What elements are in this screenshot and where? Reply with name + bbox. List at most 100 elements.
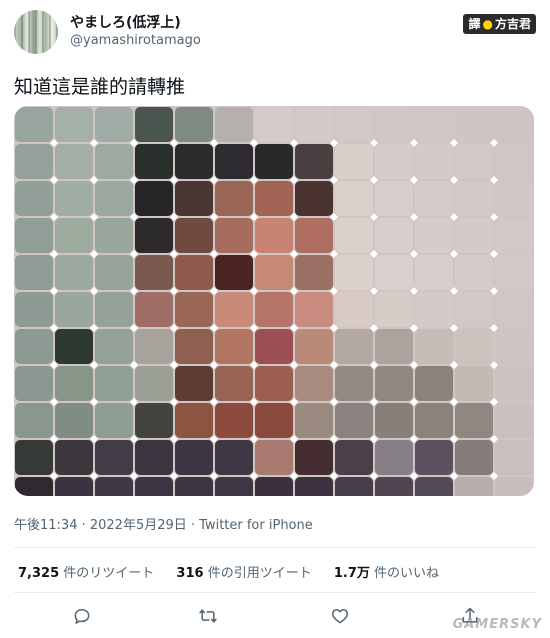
mosaic-tile xyxy=(135,255,173,290)
mosaic-tile xyxy=(95,218,133,253)
mosaic-tile xyxy=(375,107,413,142)
mosaic-tile xyxy=(215,255,253,290)
retweets-stat[interactable]: 7,325 件のリツイート xyxy=(18,566,154,581)
mosaic-tile xyxy=(215,218,253,253)
mosaic-tile xyxy=(415,440,453,475)
tweet-text: 知道這是誰的請轉推 xyxy=(14,76,186,98)
mosaic-tile xyxy=(295,218,333,253)
user-handle[interactable]: @yamashirotamago xyxy=(70,33,201,48)
mosaic-tile xyxy=(55,329,93,364)
mosaic-tile xyxy=(415,107,453,142)
mosaic-tile xyxy=(295,329,333,364)
mosaic-tile xyxy=(175,329,213,364)
display-name[interactable]: やましろ(低浮上) xyxy=(70,12,181,32)
mosaic-tile xyxy=(495,403,533,438)
likes-count: 1.7万 xyxy=(333,566,370,581)
mosaic-tile xyxy=(255,181,293,216)
mosaic-tile xyxy=(335,329,373,364)
mosaic-tile xyxy=(375,292,413,327)
mosaic-tile xyxy=(455,329,493,364)
mosaic-tile xyxy=(415,329,453,364)
mosaic-tile xyxy=(455,292,493,327)
mosaic-tile xyxy=(335,403,373,438)
mosaic-tile xyxy=(415,477,453,496)
mosaic-tile xyxy=(295,255,333,290)
mosaic-tile xyxy=(15,477,53,496)
mosaic-tile xyxy=(175,440,213,475)
reply-icon xyxy=(74,609,90,624)
mosaic-tile xyxy=(415,292,453,327)
mosaic-tile xyxy=(95,181,133,216)
mosaic-tile xyxy=(375,255,413,290)
mosaic-tile xyxy=(255,329,293,364)
tweet-timestamp[interactable]: 午後11:34 · 2022年5月29日 · Twitter for iPhon… xyxy=(14,514,313,533)
mosaic-tile xyxy=(15,292,53,327)
mosaic-tile xyxy=(15,218,53,253)
mosaic-tile xyxy=(215,440,253,475)
mosaic-tile xyxy=(215,477,253,496)
mosaic-tile xyxy=(135,107,173,142)
mosaic-tile xyxy=(455,366,493,401)
avatar[interactable] xyxy=(14,10,58,54)
badge-prefix: 譯 xyxy=(468,17,481,31)
mosaic-tile xyxy=(55,181,93,216)
reply-button[interactable] xyxy=(70,604,94,628)
mosaic-tile xyxy=(495,477,533,496)
mosaic-tile xyxy=(415,144,453,179)
mosaic-tile xyxy=(55,477,93,496)
likes-stat[interactable]: 1.7万 件のいいね xyxy=(334,566,439,581)
mosaic-tile xyxy=(215,107,253,142)
mosaic-tile xyxy=(55,403,93,438)
mosaic-tile xyxy=(255,403,293,438)
mosaic-tile xyxy=(95,255,133,290)
pixelated-photo xyxy=(14,106,534,496)
mosaic-tile xyxy=(95,292,133,327)
mosaic-tile xyxy=(135,181,173,216)
mosaic-tile xyxy=(455,403,493,438)
mosaic-tile xyxy=(335,366,373,401)
mosaic-tile xyxy=(455,107,493,142)
retweets-count: 7,325 xyxy=(18,566,60,581)
mosaic-tile xyxy=(375,218,413,253)
mosaic-tile xyxy=(335,144,373,179)
mosaic-tile xyxy=(95,440,133,475)
mosaic-tile xyxy=(295,144,333,179)
mosaic-tile xyxy=(295,292,333,327)
mosaic-tile xyxy=(55,440,93,475)
like-icon xyxy=(331,609,349,624)
mosaic-tile xyxy=(375,366,413,401)
mosaic-tile xyxy=(415,255,453,290)
mosaic-tile xyxy=(135,329,173,364)
mosaic-tile xyxy=(95,477,133,496)
mosaic-tile xyxy=(135,477,173,496)
mosaic-tile xyxy=(495,292,533,327)
mosaic-tile xyxy=(135,440,173,475)
tweet-media-image[interactable] xyxy=(14,106,534,496)
retweets-label: 件のリツイート xyxy=(63,566,155,581)
mosaic-tile xyxy=(175,181,213,216)
mosaic-tile xyxy=(135,292,173,327)
divider xyxy=(14,547,536,548)
mosaic-tile xyxy=(495,144,533,179)
likes-label: 件のいいね xyxy=(374,566,440,581)
mosaic-tile xyxy=(175,218,213,253)
mosaic-tile xyxy=(15,255,53,290)
mosaic-tile xyxy=(335,107,373,142)
mosaic-tile xyxy=(295,477,333,496)
quotes-count: 316 xyxy=(176,566,204,581)
mosaic-tile xyxy=(455,255,493,290)
mosaic-tile xyxy=(335,440,373,475)
mosaic-tile xyxy=(375,329,413,364)
mosaic-tile xyxy=(455,477,493,496)
mosaic-tile xyxy=(295,181,333,216)
mosaic-tile xyxy=(255,107,293,142)
mosaic-tile xyxy=(335,255,373,290)
quotes-stat[interactable]: 316 件の引用ツイート xyxy=(176,566,311,581)
mosaic-tile xyxy=(15,144,53,179)
retweet-button[interactable] xyxy=(196,604,220,628)
mosaic-tile xyxy=(175,107,213,142)
mosaic-tile xyxy=(295,107,333,142)
mosaic-tile xyxy=(375,477,413,496)
mosaic-tile xyxy=(255,218,293,253)
like-button[interactable] xyxy=(328,604,352,628)
